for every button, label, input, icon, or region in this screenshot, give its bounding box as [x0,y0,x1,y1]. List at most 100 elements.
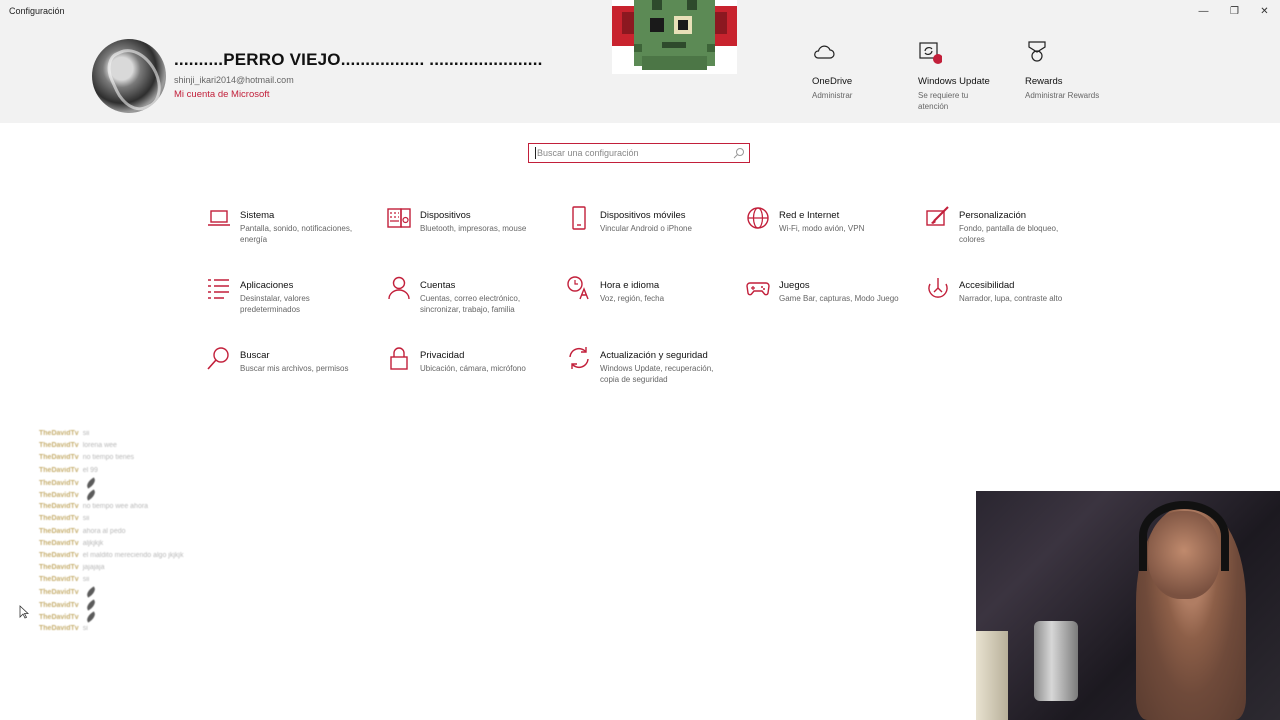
category-red-internet[interactable]: Red e Internet Wi-Fi, modo avión, VPN [746,207,921,270]
category-subtitle: Wi-Fi, modo avión, VPN [779,224,865,233]
microsoft-account-link[interactable]: Mi cuenta de Microsoft [174,89,270,100]
category-title: Juegos [779,280,810,291]
feather-emote-icon [84,598,97,611]
chat-username: TheDavidTv [39,551,79,559]
chat-message: TheDavidTv [39,598,199,613]
category-title: Actualización y seguridad [600,350,708,361]
category-subtitle: Ubicación, cámara, micrófono [420,364,526,373]
minimize-button[interactable]: — [1188,0,1219,22]
pixel-goblin-overlay [612,0,737,74]
chat-username: TheDavidTv [39,430,79,437]
webcam-cup [1034,621,1078,701]
windows-update-icon [919,42,942,64]
window-title: Configuración [9,6,65,16]
category-title: Privacidad [420,350,465,361]
chat-message: TheDavidTv jajajaja [39,564,199,576]
chat-username: TheDavidTv [39,613,79,621]
feather-emote-icon [84,489,97,501]
chat-message: TheDavidTv no tiempo tienes [39,454,199,466]
chat-message: TheDavidTv el maldito mereciendo algo jkj… [39,552,199,564]
feather-emote-icon [84,477,97,489]
category-dispositivos-moviles[interactable]: Dispositivos móviles Vincular Android o … [567,206,742,270]
category-title: Sistema [240,210,275,221]
category-cuentas[interactable]: Cuentas Cuentas, correo electrónico, sin… [387,276,562,340]
category-subtitle: Pantalla, sonido, notificaciones, energí… [240,224,353,244]
chat-text: el maldito mereciendo algo jkjkjk [82,551,184,559]
sync-icon [569,347,589,369]
chat-text: no tiempo wee ahora [82,503,149,511]
category-subtitle: Fondo, pantalla de bloqueo, colores [959,224,1059,244]
search-icon[interactable] [733,147,745,159]
chat-username: TheDavidTv [39,527,79,535]
category-juegos[interactable]: Juegos Game Bar, capturas, Modo Juego [746,280,921,340]
chat-text: jajajaja [82,564,105,572]
windows-update-subtitle: Se requiere tu atención [918,91,969,111]
category-title: Aplicaciones [240,280,294,291]
onedrive-title: OneDrive [812,76,853,87]
close-button[interactable]: ✕ [1249,0,1280,22]
category-subtitle: Game Bar, capturas, Modo Juego [779,294,899,303]
category-hora-idioma[interactable]: Hora e idioma Voz, región, fecha [567,276,742,340]
category-subtitle: Windows Update, recuperación, copia de s… [600,364,714,384]
category-actualizacion-seguridad[interactable]: Actualización y seguridad Windows Update… [567,347,742,410]
webcam-overlay [976,491,1280,720]
category-aplicaciones[interactable]: Aplicaciones Desinstalar, valores predet… [207,279,382,340]
globe-icon [747,207,769,229]
laptop-icon [208,210,230,226]
restore-button[interactable]: ❐ [1219,0,1250,22]
rewards-subtitle: Administrar Rewards [1025,91,1100,100]
apps-list-icon [208,279,229,299]
user-name: ..........PERRO VIEJO................. .… [174,50,543,69]
chat-message: TheDavidTv [39,477,199,491]
chat-message: TheDavidTv no tiempo wee ahora [39,503,199,515]
chat-message: TheDavidTv [39,489,199,503]
rewards-icon [1028,41,1046,62]
mouse-cursor-icon [19,605,29,619]
category-dispositivos[interactable]: Dispositivos Bluetooth, impresoras, mous… [387,208,562,270]
paint-brush-icon [926,206,949,226]
feather-emote-icon [84,611,97,623]
chat-text: sii [82,430,90,437]
chat-username: TheDavidTv [39,442,79,450]
category-title: Dispositivos [420,210,471,221]
search-input[interactable]: Buscar una configuración [528,143,750,163]
category-subtitle: Cuentas, correo electrónico, sincronizar… [420,294,521,314]
category-personalizacion[interactable]: Personalización Fondo, pantalla de bloqu… [926,206,1101,270]
category-sistema[interactable]: Sistema Pantalla, sonido, notificaciones… [207,210,382,270]
category-title: Accesibilidad [959,280,1015,291]
chat-message: TheDavidTv sii [39,515,199,527]
category-subtitle: Desinstalar, valores predeterminados [240,294,310,314]
chat-text: si [82,625,88,632]
category-accesibilidad[interactable]: Accesibilidad Narrador, lupa, contraste … [926,278,1101,340]
chat-username: TheDavidTv [39,601,79,609]
chat-text: sii [82,515,90,523]
onedrive-subtitle: Administrar [812,91,853,100]
search-icon [207,347,229,370]
search-placeholder: Buscar una configuración [537,148,639,158]
chat-username: TheDavidTv [39,466,79,474]
keyboard-speaker-icon [387,208,411,228]
category-buscar[interactable]: Buscar Buscar mis archivos, permisos [207,347,382,410]
avatar[interactable] [92,39,166,113]
chat-username: TheDavidTv [39,564,79,572]
category-subtitle: Narrador, lupa, contraste alto [959,294,1063,303]
chat-message: TheDavidTv sii [39,576,199,588]
webcam-jar [976,631,1008,720]
accessibility-icon [928,278,948,298]
category-privacidad[interactable]: Privacidad Ubicación, cámara, micrófono [387,347,562,410]
chat-text: lorena wee [82,442,117,450]
windows-update-title: Windows Update [918,76,990,87]
chat-text: sii [82,576,90,584]
chat-text: aljkjkjk [82,539,104,547]
chat-message: TheDavidTv si [39,625,199,637]
chat-username: TheDavidTv [39,491,79,499]
chat-message: TheDavidTv sii [39,430,199,442]
chat-message: TheDavidTv [39,611,199,625]
person-icon [388,276,410,300]
category-subtitle: Voz, región, fecha [600,294,665,303]
gamepad-icon [746,282,770,296]
chat-message: TheDavidTv ahora al pedo [39,528,199,540]
chat-message: TheDavidTv el 99 [39,467,199,479]
category-subtitle: Vincular Android o iPhone [600,224,692,233]
headphones-icon [1139,501,1229,571]
